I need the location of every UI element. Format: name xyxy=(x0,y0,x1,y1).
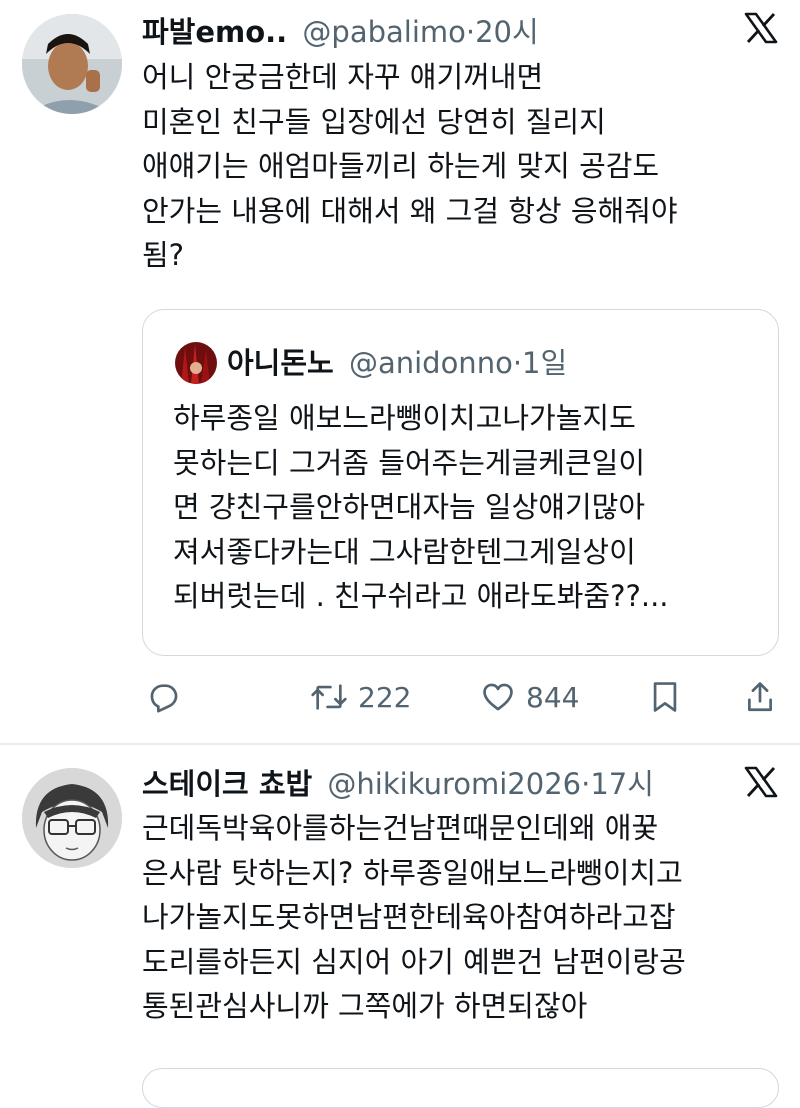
share-icon xyxy=(745,680,775,714)
text-line: 되버럿는데 . 친구쉬라고 애라도봐줌??... xyxy=(173,579,669,614)
quoted-text: 하루종일 애보느라뺑이치고나가놀지도 못하는디 그거좀 들어주는게글케큰일이 면… xyxy=(173,396,669,619)
reply-button[interactable] xyxy=(147,680,181,714)
retweet-button[interactable]: 222 xyxy=(310,680,411,714)
quoted-author-handle: @anidonno xyxy=(348,346,513,380)
text-line: 도리를하든지 심지어 아기 예쁜건 남편이랑공 xyxy=(142,944,686,979)
text-line: 애얘기는 애엄마들끼리 하는게 맞지 공감도 xyxy=(142,149,660,184)
author-name[interactable]: 파발emo.. xyxy=(142,15,287,49)
meta-separator: · xyxy=(581,767,591,801)
text-line: 통된관심사니까 그쪽에가 하면되잖아 xyxy=(142,989,588,1024)
like-count: 844 xyxy=(526,680,580,714)
x-logo-icon xyxy=(744,766,778,802)
retweet-count: 222 xyxy=(358,680,412,714)
text-line: 미혼인 친구들 입장에선 당연히 질리지 xyxy=(142,104,606,139)
tweet-text: 근데독박육아를하는건남편때문인데왜 애꿎 은사람 탓하는지? 하루종일애보느라뺑… xyxy=(142,806,686,1029)
text-line: 져서좋다카는대 그사람한텐그게일상이 xyxy=(173,534,636,569)
text-line: 못하는디 그거좀 들어주는게글케큰일이 xyxy=(173,445,645,480)
x-logo-icon xyxy=(744,12,778,48)
author-avatar[interactable] xyxy=(22,14,122,114)
quoted-author-name: 아니돈노 xyxy=(227,346,334,380)
tweet-1[interactable]: 파발emo.. @pabalimo·20시 어니 안궁금한데 자꾸 얘기꺼내면 … xyxy=(0,0,800,743)
tweet-2[interactable]: 스테이크 쵸밥 @hikikuromi2026·17시 근데독박육아를하는건남편… xyxy=(0,744,800,1085)
bookmark-icon xyxy=(650,680,680,714)
text-line: 하루종일 애보느라뺑이치고나가놀지도 xyxy=(173,401,636,435)
heart-icon xyxy=(480,680,516,714)
action-bar: 222 844 xyxy=(0,672,800,722)
meta-separator: · xyxy=(465,15,476,49)
author-handle[interactable]: @pabalimo xyxy=(302,15,465,49)
text-line: 나가놀지도못하면남편한테육아참여하라고잡 xyxy=(142,900,676,935)
meta-separator: · xyxy=(512,346,523,380)
text-line: 됨? xyxy=(142,238,185,273)
share-button[interactable] xyxy=(745,680,775,714)
tweet-text: 어니 안궁금한데 자꾸 얘기꺼내면 미혼인 친구들 입장에선 당연히 질리지 애… xyxy=(142,55,678,278)
quoted-header: 아니돈노 @anidonno·1일 xyxy=(227,342,567,384)
quoted-timestamp: 1일 xyxy=(522,346,568,380)
reply-icon xyxy=(147,680,181,714)
tweet-header: 스테이크 쵸밥 @hikikuromi2026·17시 xyxy=(142,764,654,804)
timestamp[interactable]: 20시 xyxy=(475,15,539,49)
quoted-tweet[interactable]: 아니돈노 @anidonno·1일 하루종일 애보느라뺑이치고나가놀지도 못하는… xyxy=(142,309,779,656)
bookmark-button[interactable] xyxy=(650,680,680,714)
text-line: 면 걍친구를안하면대자늠 일상얘기많아 xyxy=(173,490,645,525)
author-avatar[interactable] xyxy=(22,768,122,868)
author-handle[interactable]: @hikikuromi2026 xyxy=(327,767,581,801)
like-button[interactable]: 844 xyxy=(480,680,579,714)
text-line: 은사람 탓하는지? 하루종일애보느라뺑이치고 xyxy=(142,855,683,890)
tweet-header: 파발emo.. @pabalimo·20시 xyxy=(142,12,539,52)
text-line: 안가는 내용에 대해서 왜 그걸 항상 응해줘야 xyxy=(142,193,678,228)
quoted-author-avatar xyxy=(175,342,217,384)
author-name[interactable]: 스테이크 쵸밥 xyxy=(142,767,312,801)
text-line: 어니 안궁금한데 자꾸 얘기꺼내면 xyxy=(142,60,544,94)
text-line: 근데독박육아를하는건남편때문인데왜 애꿎 xyxy=(142,811,659,845)
timestamp[interactable]: 17시 xyxy=(590,767,654,801)
retweet-icon xyxy=(310,680,348,714)
quoted-tweet-partial[interactable] xyxy=(142,1068,779,1108)
